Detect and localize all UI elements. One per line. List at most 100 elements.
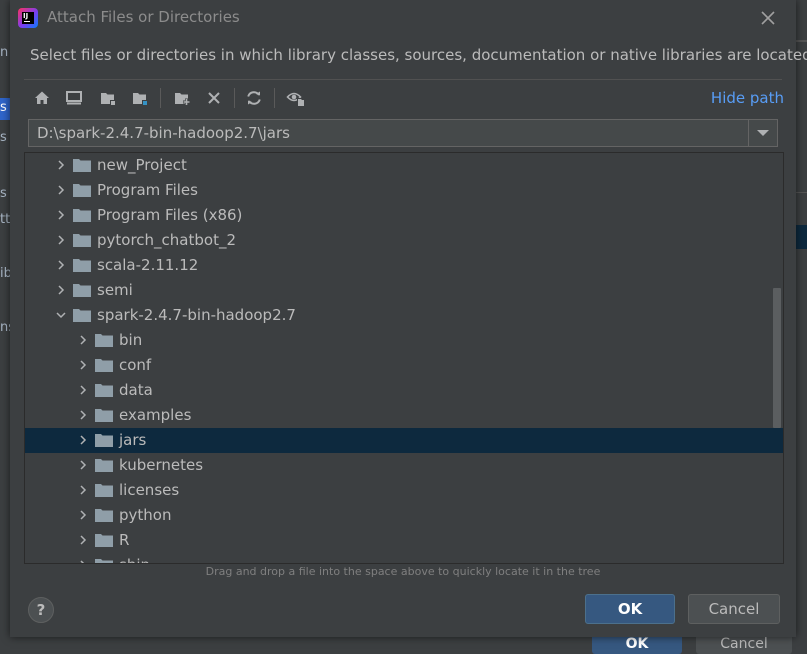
path-combobox[interactable]: D:\spark-2.4.7-bin-hadoop2.7\jars (28, 119, 778, 147)
folder-icon (95, 434, 113, 447)
refresh-button[interactable] (242, 86, 266, 110)
ide-right-selection (796, 225, 807, 249)
tree-row[interactable]: semi (25, 278, 783, 303)
file-tree[interactable]: sbin Rpython licenses kubernetes jars example… (24, 152, 784, 564)
ide-left-text: ns (0, 320, 10, 335)
folder-icon (73, 234, 91, 247)
tree-row[interactable]: jars (25, 428, 783, 453)
chevron-right-icon[interactable] (55, 259, 67, 271)
module-folder-icon (133, 93, 147, 105)
chevron-right-icon[interactable] (55, 284, 67, 296)
tree-item-label: data (119, 381, 153, 399)
description-separator (24, 79, 782, 80)
chevron-right-icon[interactable] (55, 184, 67, 196)
tree-item-label: R (119, 531, 130, 549)
home-icon (35, 91, 49, 104)
chevron-down-icon[interactable] (55, 309, 67, 321)
tree-item-label: pytorch_chatbot_2 (97, 231, 236, 249)
tree-row[interactable]: bin (25, 328, 783, 353)
chevron-right-icon[interactable] (77, 534, 89, 546)
chevron-right-icon[interactable] (55, 234, 67, 246)
help-button[interactable]: ? (28, 597, 54, 623)
tree-row[interactable]: licenses (25, 478, 783, 503)
tree-scrollbar[interactable] (773, 288, 781, 428)
chevron-right-icon[interactable] (77, 434, 89, 446)
chevron-right-icon[interactable] (77, 559, 89, 564)
ide-left-text: n (0, 45, 9, 60)
chevron-right-icon[interactable] (77, 509, 89, 521)
ide-left-text: s (0, 130, 7, 145)
tree-row[interactable]: pytorch_chatbot_2 (25, 228, 783, 253)
path-input[interactable]: D:\spark-2.4.7-bin-hadoop2.7\jars (37, 124, 290, 142)
tree-item-label: sbin (119, 556, 150, 563)
project-folder-button[interactable] (96, 86, 120, 110)
cancel-button[interactable]: Cancel (688, 594, 780, 624)
chevron-right-icon[interactable] (77, 484, 89, 496)
tree-row[interactable]: sbin (25, 553, 783, 564)
folder-icon (95, 384, 113, 397)
delete-icon (208, 92, 220, 104)
new-folder-button[interactable] (170, 86, 194, 110)
tree-row[interactable]: Program Files (25, 178, 783, 203)
tree-item-label: Program Files (x86) (97, 206, 243, 224)
show-hidden-button[interactable] (284, 86, 308, 110)
tree-item-label: scala-2.11.12 (97, 256, 199, 274)
attach-files-dialog: IJ Attach Files or Directories Select fi… (10, 0, 807, 637)
tree-row[interactable]: conf (25, 353, 783, 378)
tree-row[interactable]: new_Project (25, 153, 783, 178)
tree-item-label: conf (119, 356, 152, 374)
ide-right-row (796, 192, 807, 221)
tree-item-label: python (119, 506, 172, 524)
ide-left-panel: n s s s tti ib ns (0, 0, 10, 646)
tree-item-label: bin (119, 331, 143, 349)
ide-left-text: ib (0, 266, 10, 281)
tree-row[interactable]: data (25, 378, 783, 403)
new-folder-icon (175, 93, 190, 106)
chevron-right-icon[interactable] (77, 459, 89, 471)
folder-icon (73, 184, 91, 197)
chevron-down-icon (757, 130, 769, 136)
tree-item-label: semi (97, 281, 133, 299)
close-button[interactable] (758, 8, 778, 28)
folder-icon (95, 559, 113, 563)
intellij-app-icon: IJ (18, 8, 38, 28)
toolbar-divider (274, 88, 275, 108)
tree-row[interactable]: spark-2.4.7-bin-hadoop2.7 (25, 303, 783, 328)
ide-cancel-button: Cancel (696, 634, 792, 654)
title-bar: IJ Attach Files or Directories (10, 0, 796, 36)
folder-icon (95, 359, 113, 372)
folder-icon (73, 209, 91, 222)
delete-button[interactable] (202, 86, 226, 110)
folder-icon (95, 459, 113, 472)
chevron-right-icon[interactable] (77, 384, 89, 396)
desktop-button[interactable] (62, 86, 86, 110)
chevron-right-icon[interactable] (55, 209, 67, 221)
folder-icon (73, 259, 91, 272)
ide-left-text: s (0, 186, 7, 201)
module-folder-button[interactable] (128, 86, 152, 110)
ok-button[interactable]: OK (585, 594, 675, 624)
hide-path-link[interactable]: Hide path (711, 89, 784, 107)
chevron-right-icon[interactable] (77, 409, 89, 421)
drag-drop-hint: Drag and drop a file into the space abov… (205, 565, 601, 578)
ide-ok-button: OK (592, 634, 682, 654)
chevron-right-icon[interactable] (55, 159, 67, 171)
tree-row[interactable]: Program Files (x86) (25, 203, 783, 228)
folder-icon (73, 159, 91, 172)
chevron-right-icon[interactable] (77, 359, 89, 371)
home-button[interactable] (30, 86, 54, 110)
tree-row[interactable]: R (25, 528, 783, 553)
ide-left-text: tti (0, 212, 10, 227)
path-dropdown-button[interactable] (748, 120, 777, 146)
tree-row[interactable]: kubernetes (25, 453, 783, 478)
folder-icon (73, 284, 91, 297)
tree-row[interactable]: examples (25, 403, 783, 428)
chevron-right-icon[interactable] (77, 334, 89, 346)
folder-icon (95, 484, 113, 497)
tree-row[interactable]: scala-2.11.12 (25, 253, 783, 278)
close-icon (761, 11, 775, 25)
tree-item-label: examples (119, 406, 192, 424)
folder-icon (95, 509, 113, 522)
tree-row[interactable]: python (25, 503, 783, 528)
ide-right-panel (796, 0, 807, 646)
